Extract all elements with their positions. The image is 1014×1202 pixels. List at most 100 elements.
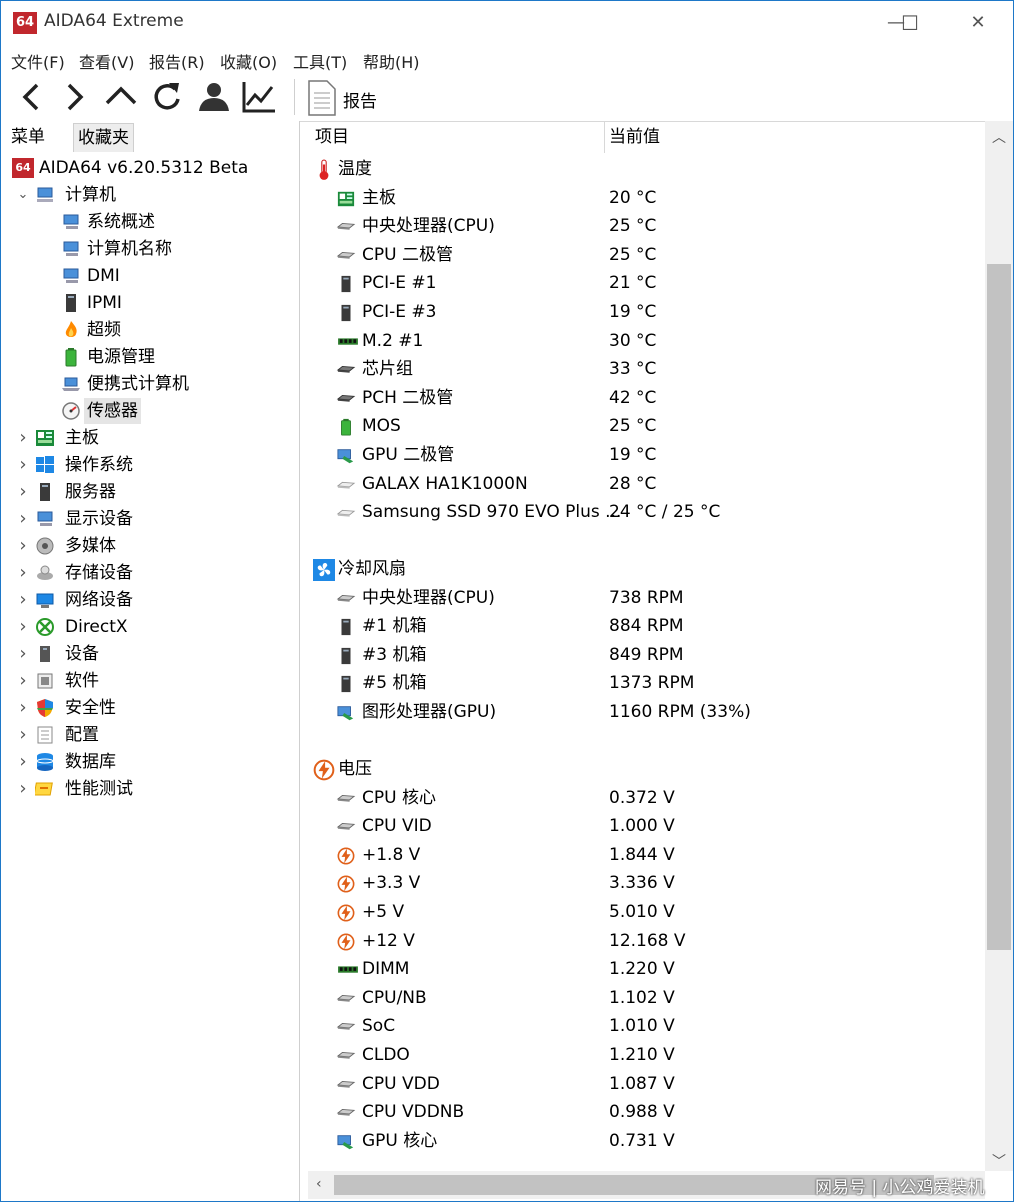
forward-icon[interactable] <box>55 77 95 117</box>
tree-item-directx[interactable]: › DirectX <box>15 614 291 640</box>
sensor-row[interactable]: +5 V 5.010 V <box>308 898 988 926</box>
sensor-row[interactable]: CPU 核心 0.372 V <box>308 784 988 812</box>
report-icon[interactable] <box>303 77 343 117</box>
sensor-row[interactable]: CPU 二极管 25 °C <box>308 241 988 269</box>
sensor-row[interactable]: 中央处理器(CPU) 25 °C <box>308 212 988 240</box>
sensor-row[interactable]: +12 V 12.168 V <box>308 927 988 955</box>
sensor-row[interactable]: 芯片组 33 °C <box>308 355 988 383</box>
sensor-row[interactable]: MOS 25 °C <box>308 412 988 440</box>
sensor-value: 42 °C <box>609 387 657 408</box>
sensor-row[interactable]: +3.3 V 3.336 V <box>308 869 988 897</box>
scroll-down-icon[interactable]: ﹀ <box>992 1151 1006 1171</box>
column-header-value[interactable]: 当前值 <box>609 121 660 153</box>
sensor-row[interactable]: 图形处理器(GPU) 1160 RPM (33%) <box>308 698 988 726</box>
tree-item-dmi[interactable]: DMI <box>41 263 291 289</box>
tree-item-network[interactable]: › 网络设备 <box>15 587 291 613</box>
sensor-row[interactable]: CPU/NB 1.102 V <box>308 984 988 1012</box>
tree-item-system-summary[interactable]: 系统概述 <box>41 209 291 235</box>
tree-item-security[interactable]: › 安全性 <box>15 695 291 721</box>
expand-icon[interactable]: › <box>15 776 31 802</box>
sensor-row[interactable]: 中央处理器(CPU) 738 RPM <box>308 584 988 612</box>
expand-icon[interactable]: › <box>15 560 31 586</box>
scroll-up-icon[interactable]: ︿ <box>992 127 1006 147</box>
tree-item-power-management[interactable]: 电源管理 <box>41 344 291 370</box>
expand-icon[interactable]: › <box>15 614 31 640</box>
sensor-row[interactable]: #1 机箱 884 RPM <box>308 612 988 640</box>
tree-item-storage[interactable]: › 存储设备 <box>15 560 291 586</box>
chart-icon[interactable] <box>239 77 279 117</box>
expand-icon[interactable]: › <box>15 587 31 613</box>
sensor-row[interactable]: GPU 二极管 19 °C <box>308 441 988 469</box>
column-header-item[interactable]: 项目 <box>315 121 349 153</box>
tree-item-display[interactable]: › 显示设备 <box>15 506 291 532</box>
menu-report[interactable]: 报告(R) <box>149 49 205 73</box>
expand-icon[interactable]: › <box>15 695 31 721</box>
expand-icon[interactable]: › <box>15 533 31 559</box>
sensor-row[interactable]: PCI-E #3 19 °C <box>308 298 988 326</box>
tree-item-sensor[interactable]: 传感器 <box>41 398 291 424</box>
sensor-row[interactable]: CPU VDD 1.087 V <box>308 1070 988 1098</box>
tree-item-computer-name[interactable]: 计算机名称 <box>41 236 291 262</box>
tree-item-benchmark[interactable]: › 性能测试 <box>15 776 291 802</box>
scroll-left-icon[interactable]: ‹ <box>316 1176 322 1192</box>
tree-item-overclock[interactable]: 超频 <box>41 317 291 343</box>
tree-item-os[interactable]: › 操作系统 <box>15 452 291 478</box>
sensor-row[interactable]: #3 机箱 849 RPM <box>308 641 988 669</box>
tree-item-config[interactable]: › 配置 <box>15 722 291 748</box>
sensor-row[interactable]: PCH 二极管 42 °C <box>308 384 988 412</box>
sensor-row[interactable]: DIMM 1.220 V <box>308 955 988 983</box>
expand-icon[interactable]: › <box>15 722 31 748</box>
expand-icon[interactable]: › <box>15 749 31 775</box>
refresh-icon[interactable] <box>147 77 187 117</box>
sensor-row[interactable]: PCI-E #1 21 °C <box>308 269 988 297</box>
tree-item-database[interactable]: › 数据库 <box>15 749 291 775</box>
close-button[interactable]: ✕ <box>955 1 1001 45</box>
title-bar[interactable]: 64 AIDA64 Extreme — ☐ ✕ <box>1 1 1013 45</box>
section-voltage[interactable]: 电压 <box>308 755 988 783</box>
tree-item-multimedia[interactable]: › 多媒体 <box>15 533 291 559</box>
tree-item-ipmi[interactable]: IPMI <box>41 290 291 316</box>
tree-item-computer[interactable]: ⌄ 计算机 <box>15 182 291 208</box>
collapse-icon[interactable]: ⌄ <box>15 182 31 208</box>
column-separator[interactable] <box>604 121 605 153</box>
sensor-row[interactable]: SoC 1.010 V <box>308 1012 988 1040</box>
sensor-row[interactable]: CPU VID 1.000 V <box>308 812 988 840</box>
vertical-scroll-thumb[interactable] <box>987 264 1011 950</box>
user-icon[interactable] <box>193 77 233 117</box>
section-fans[interactable]: 冷却风扇 <box>308 555 988 583</box>
sensor-row[interactable]: CPU VDDNB 0.988 V <box>308 1098 988 1126</box>
expand-icon[interactable]: › <box>15 506 31 532</box>
up-icon[interactable] <box>101 77 141 117</box>
sensor-row[interactable]: CLDO 1.210 V <box>308 1041 988 1069</box>
vertical-scrollbar[interactable]: ︿ ﹀ <box>985 121 1013 1171</box>
tab-menu[interactable]: 菜单 <box>7 123 49 151</box>
expand-icon[interactable]: › <box>15 641 31 667</box>
menu-tools[interactable]: 工具(T) <box>293 49 347 73</box>
section-temperature[interactable]: 温度 <box>308 155 988 183</box>
menu-file[interactable]: 文件(F) <box>11 49 65 73</box>
tree-item-server[interactable]: › 服务器 <box>15 479 291 505</box>
sensor-row[interactable]: #5 机箱 1373 RPM <box>308 669 988 697</box>
tree-root[interactable]: 64 AIDA64 v6.20.5312 Beta <box>1 155 291 181</box>
sensor-row[interactable]: GALAX HA1K1000N 28 °C <box>308 470 988 498</box>
sensor-row[interactable]: M.2 #1 30 °C <box>308 327 988 355</box>
back-icon[interactable] <box>11 77 51 117</box>
sensor-row[interactable]: +1.8 V 1.844 V <box>308 841 988 869</box>
expand-icon[interactable]: › <box>15 425 31 451</box>
tree-item-motherboard[interactable]: › 主板 <box>15 425 291 451</box>
tab-favorites[interactable]: 收藏夹 <box>73 123 134 152</box>
sensor-row[interactable]: 主板 20 °C <box>308 184 988 212</box>
menu-help[interactable]: 帮助(H) <box>363 49 420 73</box>
menu-view[interactable]: 查看(V) <box>79 49 134 73</box>
sensor-row[interactable]: Samsung SSD 970 EVO Plus ... 24 °C / 25 °… <box>308 498 988 526</box>
sensor-row[interactable]: GPU 核心 0.731 V <box>308 1127 988 1155</box>
expand-icon[interactable]: › <box>15 479 31 505</box>
tree-item-portable-computer[interactable]: 便携式计算机 <box>41 371 291 397</box>
tree-item-devices[interactable]: › 设备 <box>15 641 291 667</box>
menu-favorites[interactable]: 收藏(O) <box>220 49 277 73</box>
maximize-button[interactable]: ☐ <box>887 1 933 45</box>
expand-icon[interactable]: › <box>15 452 31 478</box>
tree-item-software[interactable]: › 软件 <box>15 668 291 694</box>
report-button-label[interactable]: 报告 <box>343 87 377 112</box>
expand-icon[interactable]: › <box>15 668 31 694</box>
